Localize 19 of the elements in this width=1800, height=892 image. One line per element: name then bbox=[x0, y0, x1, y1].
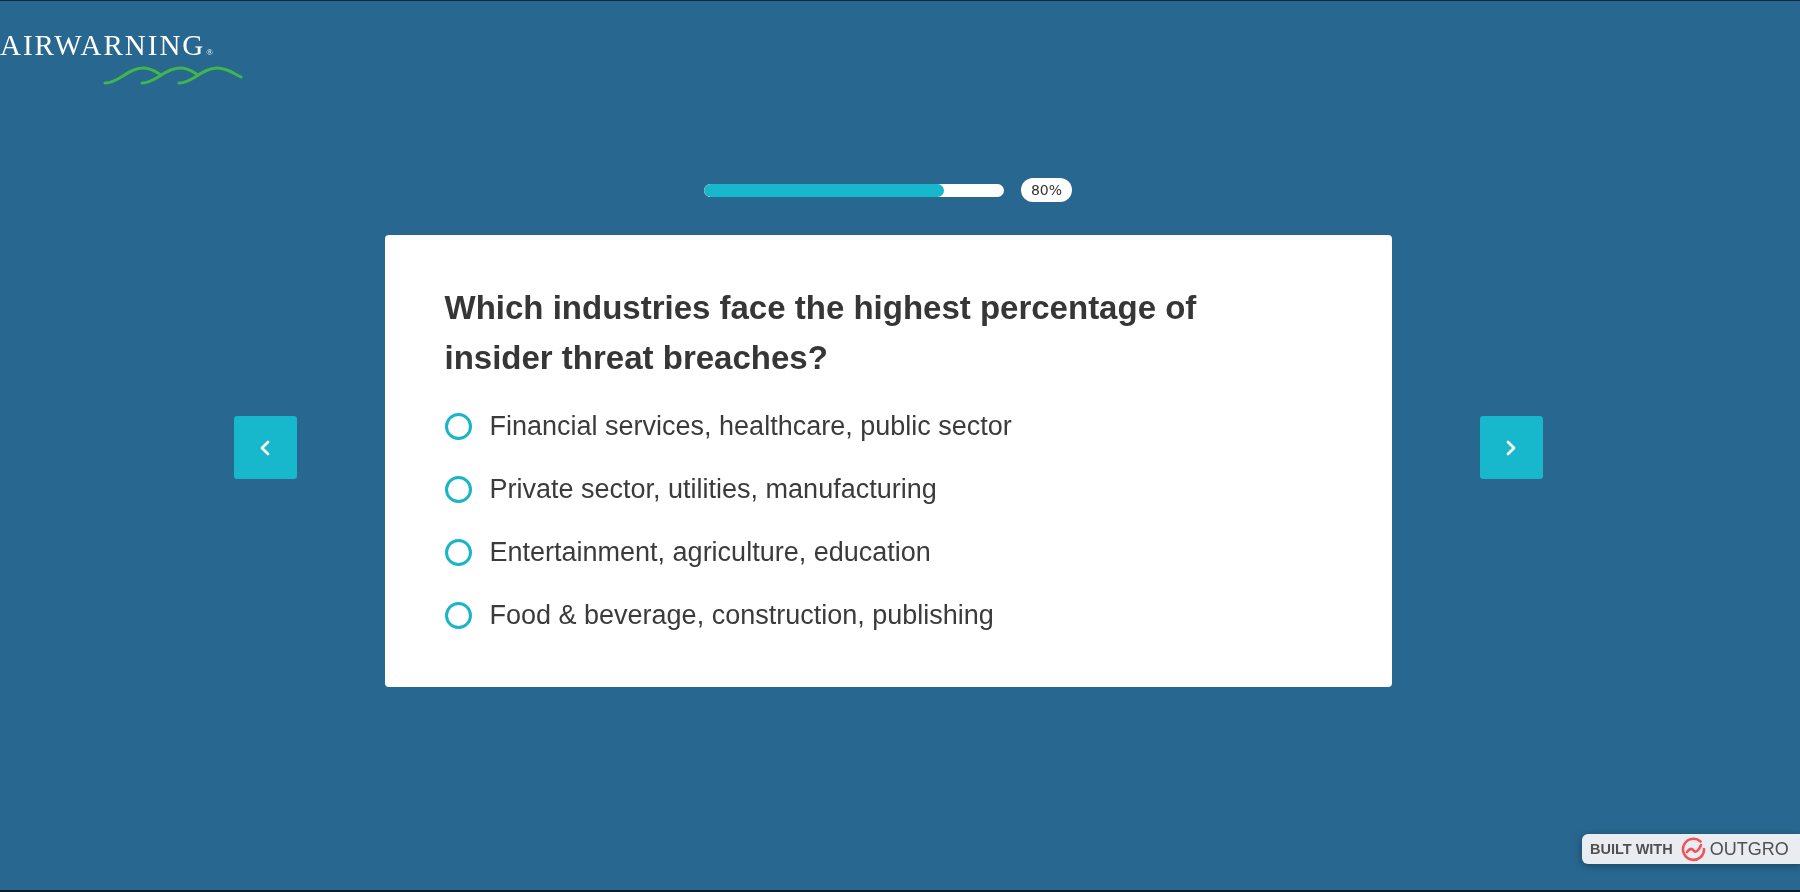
chevron-right-icon bbox=[1506, 439, 1516, 456]
badge-label: BUILT WITH bbox=[1590, 841, 1673, 857]
radio-button[interactable] bbox=[444, 602, 472, 629]
registered-mark: ® bbox=[206, 48, 214, 57]
brand-name: OUTGRO bbox=[1709, 838, 1789, 860]
ring-logo-icon bbox=[1680, 836, 1706, 862]
built-with-badge[interactable]: BUILT WITH OUTGRO bbox=[1582, 834, 1800, 864]
option-label[interactable]: Entertainment, agriculture, education bbox=[489, 537, 931, 568]
progress-label: 80% bbox=[1020, 178, 1073, 202]
logo-text: AIRWARNING bbox=[0, 31, 206, 60]
radio-button[interactable] bbox=[444, 539, 472, 566]
radio-button[interactable] bbox=[444, 413, 472, 440]
chevron-left-icon bbox=[260, 439, 270, 456]
option-label[interactable]: Food & beverage, construction, publishing bbox=[489, 600, 994, 631]
waves-icon bbox=[103, 65, 243, 85]
option-label[interactable]: Private sector, utilities, manufacturing bbox=[489, 474, 937, 505]
question-title: Which industries face the highest percentage of insider threat breaches? bbox=[444, 288, 1198, 378]
option-label[interactable]: Financial services, healthcare, public sector bbox=[489, 411, 1012, 442]
radio-button[interactable] bbox=[444, 476, 472, 503]
